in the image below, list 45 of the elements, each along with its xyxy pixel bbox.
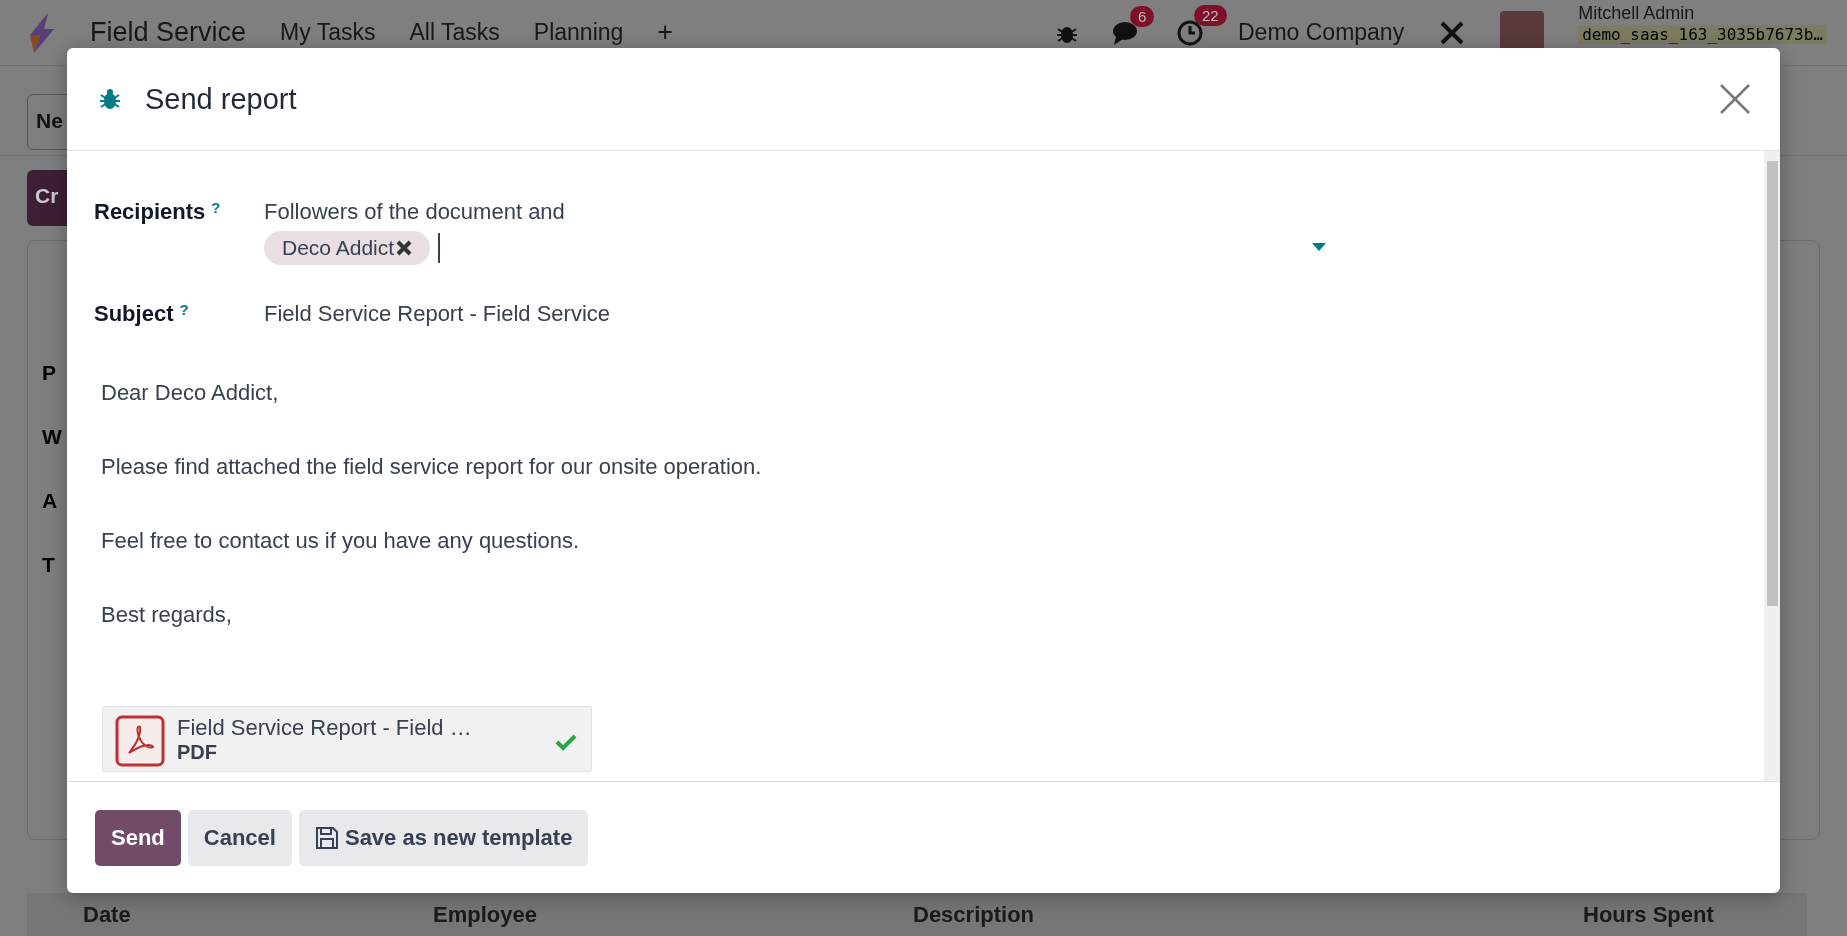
menu-item[interactable]: All Tasks bbox=[409, 19, 500, 46]
company-switcher[interactable]: Demo Company bbox=[1238, 19, 1405, 46]
form-label: T bbox=[42, 553, 56, 577]
dialog-title: Send report bbox=[145, 82, 298, 116]
activity-count-badge: 22 bbox=[1194, 4, 1227, 26]
menu-item[interactable]: Planning bbox=[533, 19, 624, 46]
column-header[interactable]: Description bbox=[913, 901, 1583, 928]
message-paragraph: Please find attached the field service report for our onsite operation. bbox=[101, 453, 763, 481]
remove-icon[interactable] bbox=[396, 240, 413, 256]
column-header[interactable]: Employee bbox=[433, 901, 913, 928]
menu-item[interactable]: My Tasks bbox=[280, 19, 376, 46]
field-label: Recipients bbox=[94, 199, 206, 225]
send-button[interactable]: Send bbox=[95, 809, 181, 866]
message-paragraph: Feel free to contact us if you have any questions. bbox=[101, 527, 581, 555]
close-button[interactable] bbox=[1718, 82, 1752, 116]
field-label: Subject bbox=[94, 301, 174, 327]
help-tooltip[interactable]: ? bbox=[179, 301, 189, 318]
dropdown-caret-icon[interactable] bbox=[1312, 243, 1326, 251]
save-template-button[interactable]: Save as new template bbox=[298, 809, 589, 866]
cancel-button[interactable]: Cancel bbox=[187, 809, 292, 866]
attachment-type: PDF bbox=[177, 741, 218, 764]
clock-icon[interactable] bbox=[1176, 18, 1204, 47]
scrollbar[interactable] bbox=[1764, 151, 1780, 781]
bug-icon bbox=[99, 87, 121, 111]
message-paragraph: Best regards, bbox=[101, 601, 233, 629]
form-label: A bbox=[42, 489, 59, 513]
form-label: W bbox=[42, 425, 63, 449]
app-name[interactable]: Field Service bbox=[90, 17, 247, 48]
attachment-card[interactable]: Field Service Report - Field … PDF bbox=[102, 706, 592, 772]
help-tooltip[interactable]: ? bbox=[211, 199, 221, 216]
message-paragraph: Dear Deco Addict, bbox=[101, 379, 280, 407]
field-value: Followers of the document and bbox=[264, 199, 566, 225]
message-count-badge: 6 bbox=[1130, 5, 1155, 27]
pdf-file-icon bbox=[115, 715, 165, 767]
column-header[interactable]: Hours Spent bbox=[1583, 901, 1807, 928]
field-value: Field Service Report - Field Service bbox=[264, 301, 611, 327]
new-button[interactable]: + bbox=[657, 17, 674, 48]
column-header[interactable]: Date bbox=[83, 901, 433, 928]
user-name: Mitchell Admin bbox=[1578, 3, 1696, 24]
form-label: P bbox=[42, 361, 57, 385]
database-name: demo_saas_163_3035b7673b… bbox=[1578, 25, 1827, 44]
attachment-name: Field Service Report - Field … bbox=[177, 715, 473, 741]
text-cursor[interactable] bbox=[438, 233, 441, 263]
recipient-tag: Deco Addict bbox=[264, 231, 431, 265]
save-icon bbox=[314, 825, 339, 850]
